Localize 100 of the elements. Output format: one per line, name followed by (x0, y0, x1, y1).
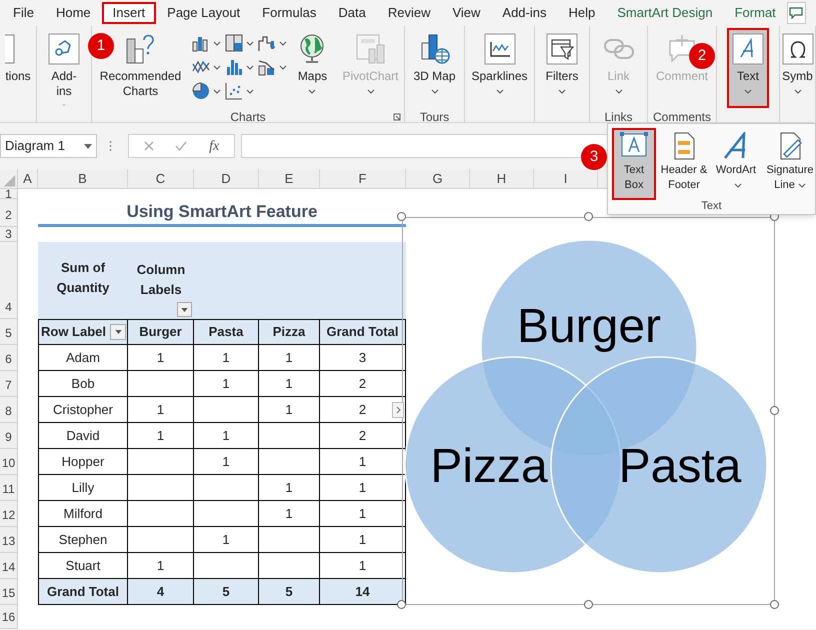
chevron-down-icon (279, 64, 288, 70)
row-header[interactable]: 9 (0, 423, 18, 449)
filter-dropdown-button[interactable] (110, 324, 126, 340)
row-header[interactable]: 10 (0, 449, 18, 475)
ribbon-button[interactable]: tions (3, 28, 33, 108)
menu-tab[interactable]: Home (44, 2, 102, 24)
ribbon-button[interactable]: Maps (291, 28, 334, 108)
table-cell: 5 (259, 579, 320, 605)
menu-tab[interactable]: Format (724, 2, 787, 24)
menu-tab[interactable]: Data (327, 2, 377, 24)
table-cell: 4 (128, 579, 194, 605)
insert-function-button[interactable]: fx (209, 136, 220, 156)
resize-handle[interactable] (770, 406, 779, 415)
resize-handle[interactable] (584, 212, 592, 221)
chart-question-icon (124, 33, 156, 65)
row-header[interactable]: 16 (0, 605, 18, 629)
menu-tab[interactable]: Add-ins (491, 2, 558, 24)
menu-item[interactable]: Signature Line (762, 128, 816, 200)
resize-handle[interactable] (584, 600, 592, 609)
row-header[interactable]: 15 (0, 579, 18, 605)
table-cell: 1 (128, 423, 194, 449)
text-icon (732, 33, 764, 65)
row-header[interactable]: 14 (0, 553, 18, 579)
pivot-chart-icon (354, 33, 386, 65)
row-label: Lilly (38, 475, 128, 501)
comments-button[interactable] (786, 2, 806, 24)
menu-tab[interactable]: Page Layout (156, 2, 252, 24)
resize-handle[interactable] (397, 212, 406, 221)
table-cell: 1 (259, 397, 320, 423)
row-header[interactable]: 1 (0, 189, 18, 199)
ribbon-button[interactable]: Filters (540, 28, 584, 108)
table-cell (128, 371, 194, 397)
add-ins-icon (48, 33, 80, 65)
chevron-down-icon (279, 40, 288, 46)
menu-tab[interactable]: Review (376, 2, 442, 24)
column-heading: Pizza (259, 319, 320, 345)
row-label: Stephen (38, 527, 128, 553)
row-header[interactable]: 5 (0, 319, 18, 345)
row-header[interactable]: 4 (0, 242, 18, 319)
filter-dropdown-button[interactable] (177, 302, 192, 317)
menu-tab[interactable]: Insert (102, 2, 156, 24)
ribbon-button[interactable]: Sparklines (466, 28, 533, 108)
row-header[interactable]: 8 (0, 397, 18, 423)
chevron-down-icon (246, 88, 254, 94)
omega-icon (782, 33, 814, 65)
ribbon-button[interactable]: 3D Map (408, 28, 461, 108)
dialog-launcher-icon[interactable] (393, 113, 401, 121)
caret-down-icon (114, 330, 122, 334)
name-box[interactable]: Diagram 1 (0, 134, 97, 158)
column-header[interactable]: H (470, 169, 534, 188)
check-icon[interactable] (175, 141, 188, 151)
menu-item[interactable]: Text Box (612, 128, 656, 200)
table-cell: 1 (259, 345, 320, 371)
chart-type-button[interactable] (225, 32, 254, 54)
table-cell (128, 501, 194, 527)
chart-type-button[interactable] (225, 80, 254, 102)
venn-circle[interactable] (550, 356, 768, 574)
menu-tab[interactable]: Formulas (251, 2, 328, 24)
table-cell: 14 (320, 579, 406, 605)
pie-chart-icon (192, 82, 210, 100)
menu-item[interactable]: Header & Footer (658, 128, 710, 200)
row-header[interactable]: 12 (0, 501, 18, 527)
resize-handle[interactable] (397, 600, 406, 609)
caret-down-icon (84, 144, 92, 148)
menu-tab[interactable]: File (2, 2, 45, 24)
chevron-down-icon (213, 40, 222, 46)
column-header[interactable]: F (320, 169, 406, 188)
ribbon-button[interactable]: Text (727, 28, 769, 108)
ribbon-button[interactable]: Add-ins (42, 28, 86, 108)
group-label: Tours (420, 108, 450, 122)
column-header[interactable]: A (18, 169, 38, 188)
column-header[interactable]: D (194, 169, 259, 188)
row-header[interactable]: 2 (0, 199, 18, 227)
column-header[interactable]: B (38, 169, 128, 188)
menu-tab[interactable]: View (441, 2, 492, 24)
row-header[interactable]: 6 (0, 345, 18, 371)
table-cell: 1 (128, 345, 194, 371)
row-header[interactable]: 3 (0, 227, 18, 242)
chevron-down-icon (213, 88, 222, 94)
histogram-icon (225, 58, 244, 76)
chart-type-button[interactable] (192, 80, 222, 102)
row-header[interactable]: 11 (0, 475, 18, 501)
row-header[interactable]: 7 (0, 371, 18, 397)
column-header[interactable]: E (259, 169, 320, 188)
table-cell (194, 501, 259, 527)
column-header[interactable]: C (128, 169, 194, 188)
column-header[interactable]: G (406, 169, 470, 188)
text-pane-button[interactable] (392, 402, 404, 418)
menu-tab[interactable]: SmartArt Design (606, 2, 724, 24)
table-cell (259, 423, 320, 449)
table-cell: 2 (320, 371, 406, 397)
smartart-frame[interactable]: Burger Pizza Pasta (402, 217, 775, 605)
sheet-title: Using SmartArt Feature (38, 199, 406, 227)
menu-tab[interactable]: Help (557, 2, 606, 24)
resize-handle[interactable] (770, 600, 779, 609)
ribbon-button[interactable]: Symb (776, 28, 816, 108)
row-label: Adam (38, 345, 128, 371)
treemap-icon (225, 34, 244, 52)
menu-item[interactable]: WordArt (712, 128, 760, 200)
row-header[interactable]: 13 (0, 527, 18, 553)
